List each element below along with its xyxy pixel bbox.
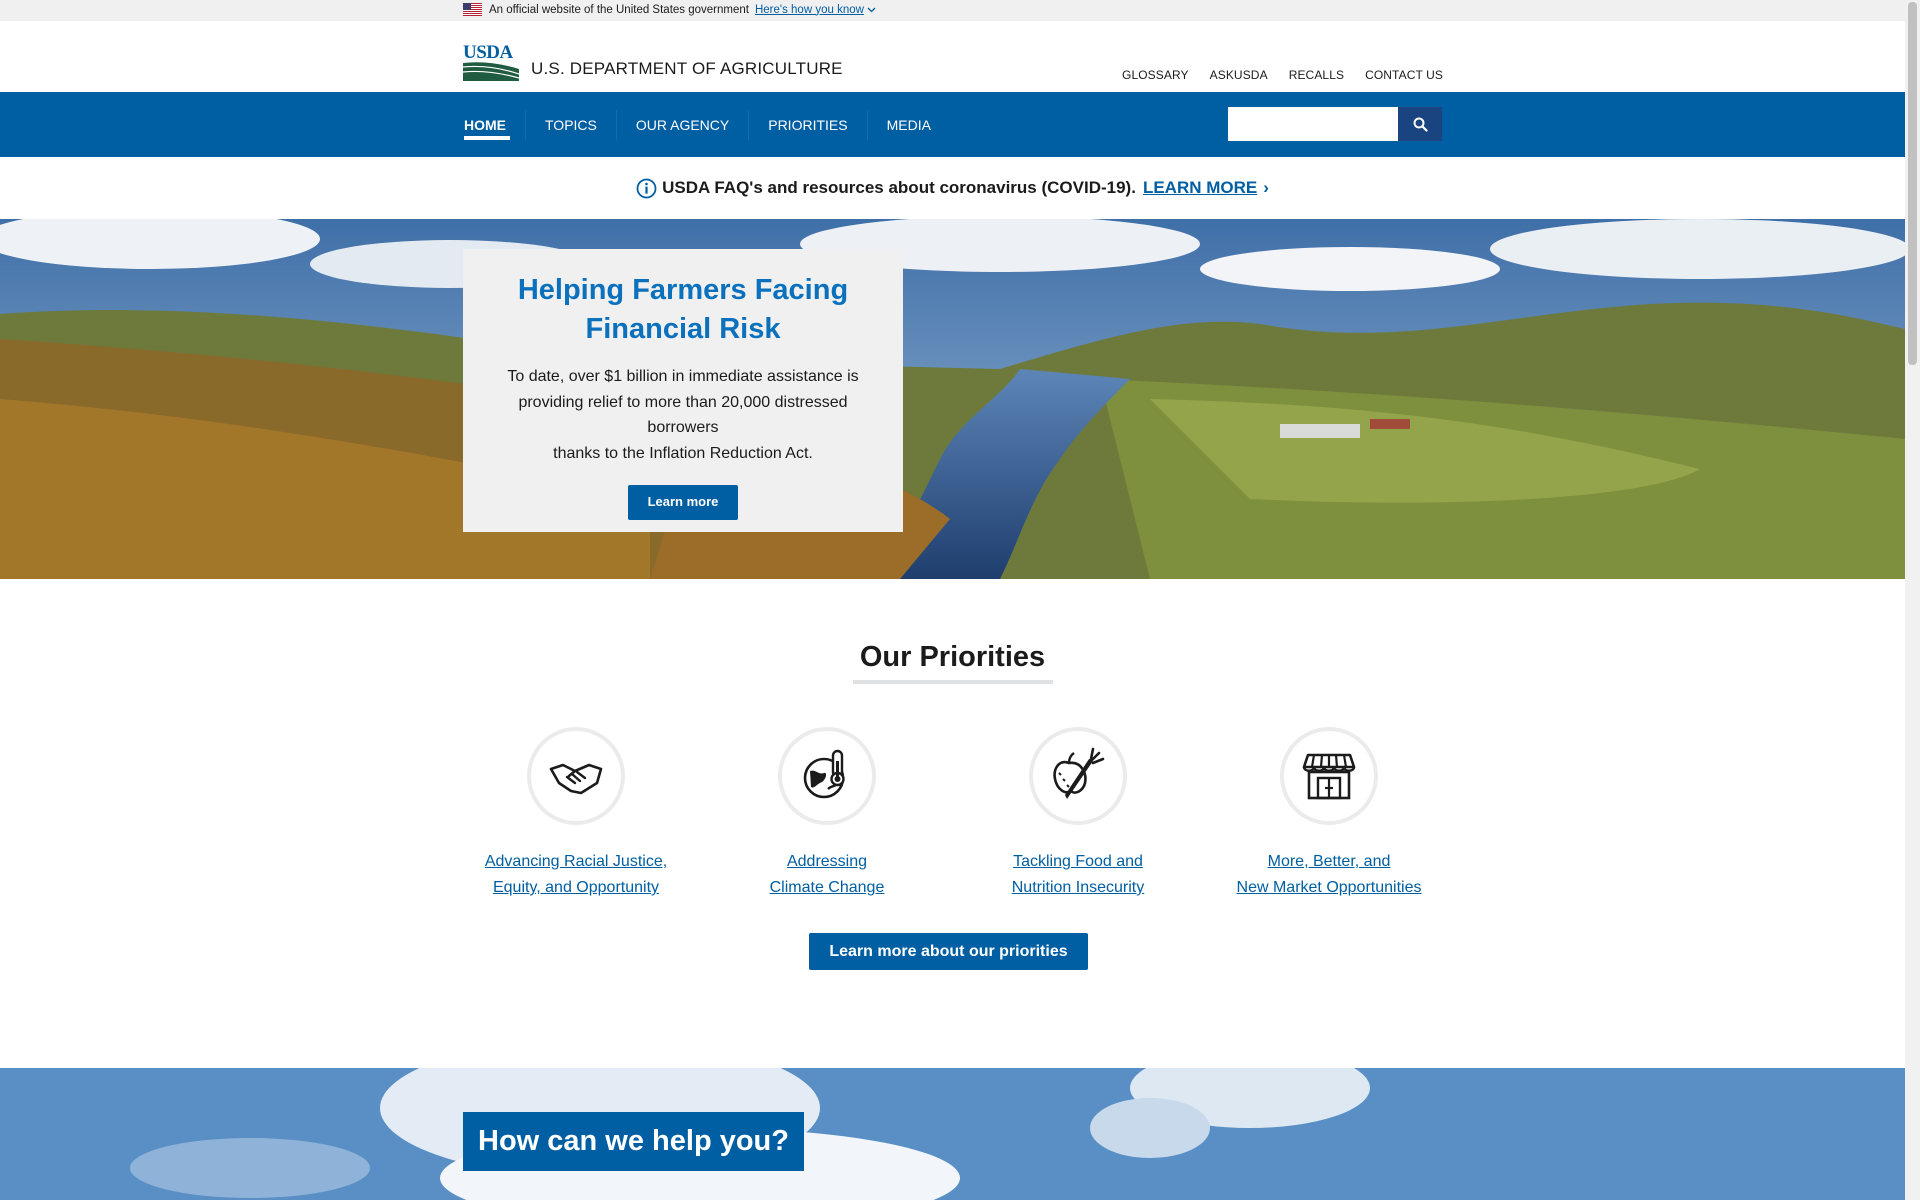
main-nav: HOME TOPICS OUR AGENCY PRIORITIES MEDIA [0, 92, 1905, 157]
priority-label[interactable]: Advancing Racial Justice, Equity, and Op… [451, 849, 701, 901]
info-icon [636, 178, 657, 198]
apple-carrot-icon [1053, 747, 1105, 799]
scrollbar-thumb[interactable] [1908, 2, 1917, 365]
svg-text:USDA: USDA [463, 42, 514, 63]
nav-item-media[interactable]: MEDIA [866, 109, 950, 140]
site-header: USDA U.S. DEPARTMENT OF AGRICULTURE GLOS… [0, 21, 1905, 92]
hero-title-line-2: Financial Risk [585, 313, 781, 345]
priority-label[interactable]: Tackling Food and Nutrition Insecurity [953, 849, 1203, 901]
hero-banner: Helping Farmers Facing Financial Risk To… [0, 219, 1905, 579]
nav-item-home[interactable]: HOME [463, 110, 525, 140]
hero-learn-more-button[interactable]: Learn more [627, 485, 739, 520]
alert-text: USDA FAQ's and resources about coronavir… [662, 178, 1136, 197]
search-form [1228, 107, 1442, 141]
priority-label[interactable]: Addressing Climate Change [702, 849, 952, 901]
priority-item-climate[interactable]: Addressing Climate Change [702, 727, 952, 901]
priorities-section: Our Priorities Advancing Racial Justice,… [0, 579, 1905, 1068]
utility-link-askusda[interactable]: ASKUSDA [1210, 68, 1268, 82]
us-flag-icon [463, 3, 482, 16]
priority-icon-container [778, 727, 876, 825]
chevron-right-icon: › [1263, 178, 1269, 197]
nav-item-priorities[interactable]: PRIORITIES [748, 109, 866, 140]
storefront-icon [1302, 753, 1356, 800]
priority-label-line-2: Climate Change [769, 879, 885, 896]
priority-item-racial-justice[interactable]: Advancing Racial Justice, Equity, and Op… [451, 727, 701, 901]
hero-body-line-1: To date, over $1 billion in immediate as… [507, 368, 859, 385]
search-button[interactable] [1398, 107, 1442, 141]
hero-card: Helping Farmers Facing Financial Risk To… [463, 249, 903, 532]
search-input[interactable] [1228, 107, 1398, 141]
priority-label-line-1: Tackling Food and [1013, 853, 1143, 870]
help-section: How can we help you? [0, 1068, 1905, 1200]
learn-more-priorities-button[interactable]: Learn more about our priorities [809, 933, 1088, 970]
alert-learn-more-link[interactable]: LEARN MORE [1143, 178, 1257, 198]
hero-body: To date, over $1 billion in immediate as… [483, 364, 883, 466]
usda-logo-link[interactable]: USDA U.S. DEPARTMENT OF AGRICULTURE [463, 41, 843, 81]
hero-title-line-1: Helping Farmers Facing [517, 274, 849, 306]
agency-name: U.S. DEPARTMENT OF AGRICULTURE [531, 59, 843, 78]
help-title: How can we help you? [463, 1112, 804, 1171]
priority-label-line-1: More, Better, and [1267, 853, 1391, 870]
hero-body-line-3: thanks to the Inflation Reduction Act. [553, 444, 813, 462]
river-valley-photo [0, 219, 1905, 579]
priority-label[interactable]: More, Better, and New Market Opportuniti… [1204, 849, 1454, 901]
priority-label-line-1: Addressing [786, 853, 868, 870]
utility-nav: GLOSSARY ASKUSDA RECALLS CONTACT US [1122, 68, 1443, 82]
page-scrollbar[interactable] [1905, 0, 1920, 1200]
priority-item-markets[interactable]: More, Better, and New Market Opportuniti… [1204, 727, 1454, 901]
how-you-know-link[interactable]: Here's how you know [755, 4, 876, 16]
utility-link-recalls[interactable]: RECALLS [1289, 68, 1344, 82]
heading-underline [853, 680, 1053, 684]
handshake-icon [549, 763, 603, 795]
priority-label-line-2: Equity, and Opportunity [492, 879, 660, 896]
hero-body-line-2: providing relief to more than 20,000 dis… [518, 393, 848, 437]
search-icon [1413, 117, 1428, 132]
usda-logo-icon: USDA [463, 42, 519, 81]
sky-clouds-photo [0, 1068, 1905, 1200]
priority-icon-container [527, 727, 625, 825]
priority-item-food-nutrition[interactable]: Tackling Food and Nutrition Insecurity [953, 727, 1203, 901]
hero-title: Helping Farmers Facing Financial Risk [483, 271, 883, 349]
priority-icon-container [1029, 727, 1127, 825]
priority-icon-container [1280, 727, 1378, 825]
nav-item-our-agency[interactable]: OUR AGENCY [615, 109, 748, 140]
priorities-heading: Our Priorities [859, 641, 1046, 673]
priority-label-line-1: Advancing Racial Justice, [484, 853, 668, 870]
how-you-know-label: Here's how you know [754, 3, 864, 16]
priority-label-line-2: New Market Opportunities [1236, 879, 1422, 896]
covid-alert: USDA FAQ's and resources about coronavir… [0, 157, 1905, 219]
utility-link-glossary[interactable]: GLOSSARY [1122, 68, 1189, 82]
globe-thermometer-icon [803, 749, 845, 799]
gov-banner-text: An official website of the United States… [489, 3, 749, 16]
priority-label-line-2: Nutrition Insecurity [1011, 879, 1145, 896]
utility-link-contact-us[interactable]: CONTACT US [1365, 68, 1443, 82]
nav-item-topics[interactable]: TOPICS [525, 109, 616, 140]
gov-banner: An official website of the United States… [0, 0, 1905, 21]
chevron-down-icon [867, 7, 876, 12]
